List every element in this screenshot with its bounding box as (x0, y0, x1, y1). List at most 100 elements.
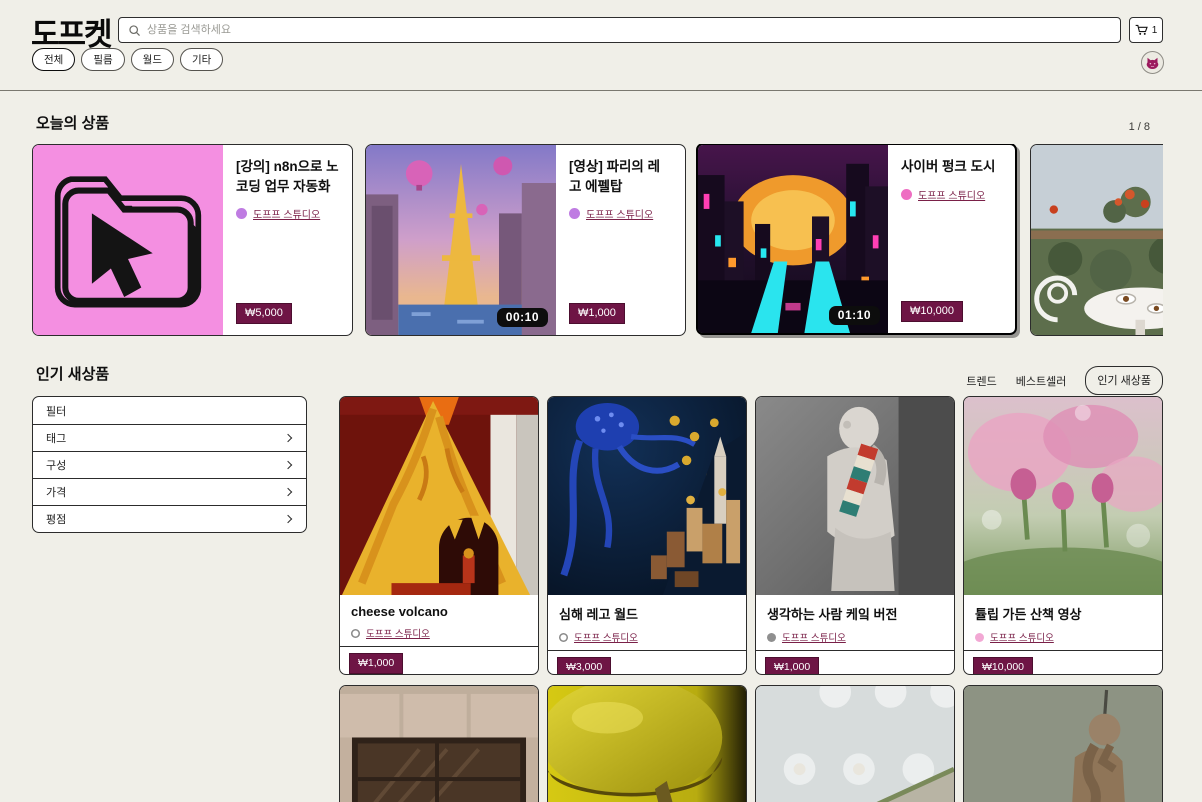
studio-row: 도프프 스튜디오 (569, 206, 672, 221)
product-image-thinker-statue[interactable] (756, 397, 954, 595)
search-bar (118, 17, 1121, 43)
product-image-yellow-lamp[interactable] (548, 686, 746, 802)
today-card-cyberpunk-city[interactable]: 01:10 사이버 펑크 도시 도프프 스튜디오 ₩10,000 (696, 144, 1017, 335)
tab-popular-new[interactable]: 인기 새상품 (1085, 366, 1163, 395)
product-title: [영상] 파리의 레고 에펠탑 (569, 157, 672, 196)
chevron-right-icon (284, 434, 292, 442)
price-row: ₩10,000 (964, 650, 1162, 675)
product-card-yellow-lamp[interactable] (547, 685, 747, 802)
product-image-beach-walk[interactable] (756, 686, 954, 802)
product-image-cyberpunk[interactable]: 01:10 (698, 145, 888, 333)
studio-dot (767, 633, 776, 642)
studio-dot (975, 633, 984, 642)
product-card-beach-walk[interactable] (755, 685, 955, 802)
product-info: 심해 레고 월드 도프프 스튜디오 (548, 595, 746, 650)
studio-link[interactable]: 도프프 스튜디오 (586, 206, 653, 221)
product-card-stone-statue[interactable] (963, 685, 1163, 802)
filter-item-label: 구성 (46, 457, 66, 473)
studio-row: 도프프 스튜디오 (975, 630, 1151, 644)
product-info: 생각하는 사람 케잌 버전 도프프 스튜디오 (756, 595, 954, 650)
chip-label: 기타 (192, 52, 211, 67)
price-row: ₩1,000 (340, 646, 538, 675)
popular-section-title: 인기 새상품 (36, 363, 109, 384)
studio-dot (351, 629, 360, 638)
filter-item-label: 가격 (46, 484, 66, 500)
product-info: [강의] n8n으로 노코딩 업무 자동화 도프프 스튜디오 ₩5,000 (223, 145, 352, 335)
tab-trend[interactable]: 트렌드 (966, 373, 996, 389)
today-card-n8n-course[interactable]: [강의] n8n으로 노코딩 업무 자동화 도프프 스튜디오 ₩5,000 (32, 144, 353, 336)
studio-row: 도프프 스튜디오 (351, 626, 527, 640)
profile-avatar[interactable] (1141, 51, 1164, 74)
cart-count: 1 (1152, 25, 1158, 36)
product-title: 사이버 펑크 도시 (901, 157, 1002, 177)
filter-item-rating[interactable]: 평점 (33, 505, 306, 532)
price-badge: ₩10,000 (973, 657, 1033, 675)
price-row: ₩1,000 (756, 650, 954, 675)
price-badge: ₩1,000 (349, 653, 403, 674)
cat-avatar-icon (1145, 56, 1160, 70)
chip-label: 필름 (93, 52, 112, 67)
studio-dot (236, 208, 247, 219)
filter-item-label: 태그 (46, 430, 66, 446)
chip-label: 전체 (44, 52, 63, 67)
chip-etc[interactable]: 기타 (180, 48, 223, 71)
filter-item-tags[interactable]: 태그 (33, 424, 306, 451)
studio-dot (901, 189, 912, 200)
product-image-cheese-volcano[interactable] (340, 397, 538, 595)
price-badge: ₩1,000 (569, 303, 625, 324)
studio-link[interactable]: 도프프 스튜디오 (990, 630, 1054, 644)
video-duration-badge: 00:10 (497, 308, 548, 327)
studio-row: 도프프 스튜디오 (559, 630, 735, 644)
price-badge: ₩1,000 (765, 657, 819, 675)
product-info: 튤립 가든 산책 영상 도프프 스튜디오 (964, 595, 1162, 650)
chip-world[interactable]: 월드 (131, 48, 174, 71)
product-title: cheese volcano (351, 604, 527, 619)
product-title: 튤립 가든 산책 영상 (975, 604, 1151, 623)
studio-link[interactable]: 도프프 스튜디오 (366, 626, 430, 640)
filter-item-composition[interactable]: 구성 (33, 451, 306, 478)
product-card-cheese-volcano[interactable]: cheese volcano 도프프 스튜디오 ₩1,000 (339, 396, 539, 675)
filter-item-price[interactable]: 가격 (33, 478, 306, 505)
product-image-storefront[interactable] (340, 686, 538, 802)
product-card-thinker-cake[interactable]: 생각하는 사람 케잌 버전 도프프 스튜디오 ₩1,000 (755, 396, 955, 675)
studio-link[interactable]: 도프프 스튜디오 (918, 187, 985, 202)
product-info: cheese volcano 도프프 스튜디오 (340, 595, 538, 646)
price-row: ₩3,000 (548, 650, 746, 675)
product-title: 생각하는 사람 케잌 버전 (767, 604, 943, 623)
product-card-storefront[interactable] (339, 685, 539, 802)
product-card-deepsea-lego[interactable]: 심해 레고 월드 도프프 스튜디오 ₩3,000 (547, 396, 747, 675)
today-card-paris-lego[interactable]: 00:10 [영상] 파리의 레고 에펠탑 도프프 스튜디오 ₩1,000 (365, 144, 686, 336)
studio-link[interactable]: 도프프 스튜디오 (253, 206, 320, 221)
studio-link[interactable]: 도프프 스튜디오 (574, 630, 638, 644)
cart-button[interactable]: 1 (1129, 17, 1163, 43)
price-badge: ₩10,000 (901, 301, 963, 322)
search-input[interactable] (147, 24, 1111, 36)
popular-tabs: 트렌드 베스트셀러 인기 새상품 (966, 366, 1163, 395)
chip-film[interactable]: 필름 (81, 48, 124, 71)
product-title: [강의] n8n으로 노코딩 업무 자동화 (236, 157, 339, 196)
today-card-terrace-cafe[interactable] (1030, 144, 1163, 336)
product-image-stone-statue[interactable] (964, 686, 1162, 802)
product-card-tulip-garden[interactable]: 튤립 가든 산책 영상 도프프 스튜디오 ₩10,000 (963, 396, 1163, 675)
studio-row: 도프프 스튜디오 (901, 187, 1002, 202)
today-carousel: [강의] n8n으로 노코딩 업무 자동화 도프프 스튜디오 ₩5,000 (32, 144, 1163, 344)
chip-all[interactable]: 전체 (32, 48, 75, 71)
price-badge: ₩3,000 (557, 657, 611, 675)
studio-dot (569, 208, 580, 219)
studio-row: 도프프 스튜디오 (236, 206, 339, 221)
product-image-tulip-garden[interactable] (964, 397, 1162, 595)
chevron-right-icon (284, 515, 292, 523)
studio-link[interactable]: 도프프 스튜디오 (782, 630, 846, 644)
product-image-folder-cursor[interactable] (33, 145, 223, 335)
product-image-paris-eiffel[interactable]: 00:10 (366, 145, 556, 335)
filter-item-label: 평점 (46, 511, 66, 527)
product-image-deepsea-octopus[interactable] (548, 397, 746, 595)
carousel-pagination: 1 / 8 (1129, 121, 1150, 133)
filter-header-label: 필터 (46, 403, 66, 419)
chip-label: 월드 (143, 52, 162, 67)
tab-bestseller[interactable]: 베스트셀러 (1016, 373, 1067, 389)
filter-panel: 필터 태그 구성 가격 평점 (32, 396, 307, 533)
category-chips: 전체 필름 월드 기타 (32, 48, 223, 71)
product-image-terrace-cafe[interactable] (1031, 145, 1163, 335)
chevron-right-icon (284, 461, 292, 469)
